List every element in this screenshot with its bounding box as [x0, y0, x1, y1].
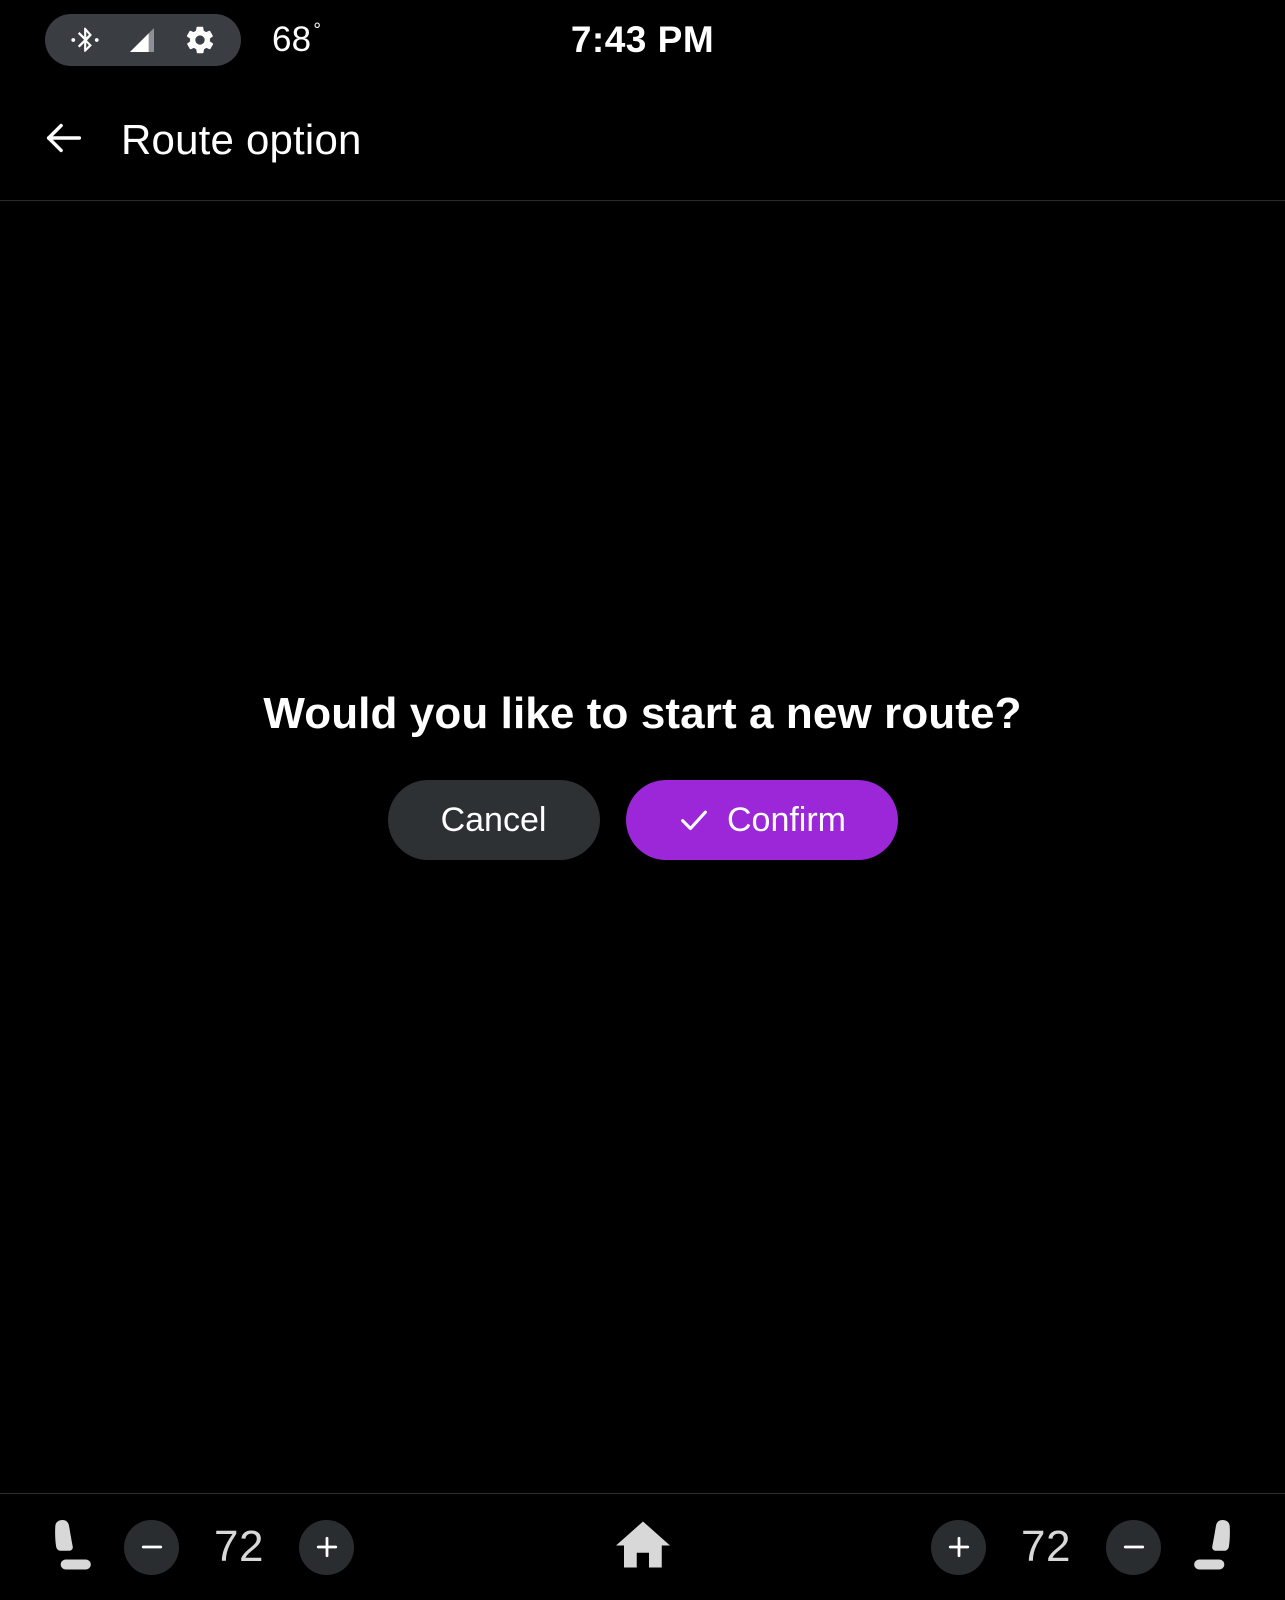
- confirm-button[interactable]: Confirm: [625, 780, 898, 860]
- check-icon: [677, 803, 711, 837]
- main-content: Would you like to start a new route? Can…: [0, 201, 1285, 1493]
- back-button[interactable]: [22, 98, 106, 182]
- seat-icon[interactable]: [38, 1514, 100, 1580]
- confirm-button-label: Confirm: [726, 800, 847, 839]
- bottom-climate-bar: 72 72: [0, 1493, 1285, 1600]
- seat-icon[interactable]: [1185, 1514, 1247, 1580]
- passenger-temp-decrease-button[interactable]: [1106, 1519, 1161, 1575]
- route-confirmation-dialog: Would you like to start a new route? Can…: [0, 689, 1285, 860]
- page-title: Route option: [121, 116, 362, 163]
- app-bar: Route option: [0, 80, 1285, 201]
- home-icon: [611, 1515, 675, 1580]
- arrow-left-icon: [41, 115, 87, 166]
- status-clock: 7:43 PM: [570, 19, 715, 60]
- passenger-temperature-value: 72: [1021, 1522, 1071, 1571]
- driver-climate-controls: 72: [38, 1514, 354, 1580]
- status-bar: 68 ° 7:43 PM: [0, 0, 1285, 80]
- passenger-temp-increase-button[interactable]: [931, 1519, 986, 1575]
- car-display-screen: 68 ° 7:43 PM Route option Would you like …: [0, 0, 1285, 1600]
- passenger-climate-controls: 72: [931, 1514, 1247, 1580]
- dialog-title: Would you like to start a new route?: [263, 689, 1022, 738]
- driver-temperature-value: 72: [214, 1522, 264, 1571]
- driver-temp-increase-button[interactable]: [299, 1519, 354, 1575]
- cancel-button[interactable]: Cancel: [387, 780, 600, 860]
- cancel-button-label: Cancel: [440, 800, 547, 839]
- home-button[interactable]: [603, 1507, 683, 1587]
- dialog-actions: Cancel Confirm: [387, 780, 898, 860]
- driver-temp-decrease-button[interactable]: [124, 1519, 179, 1575]
